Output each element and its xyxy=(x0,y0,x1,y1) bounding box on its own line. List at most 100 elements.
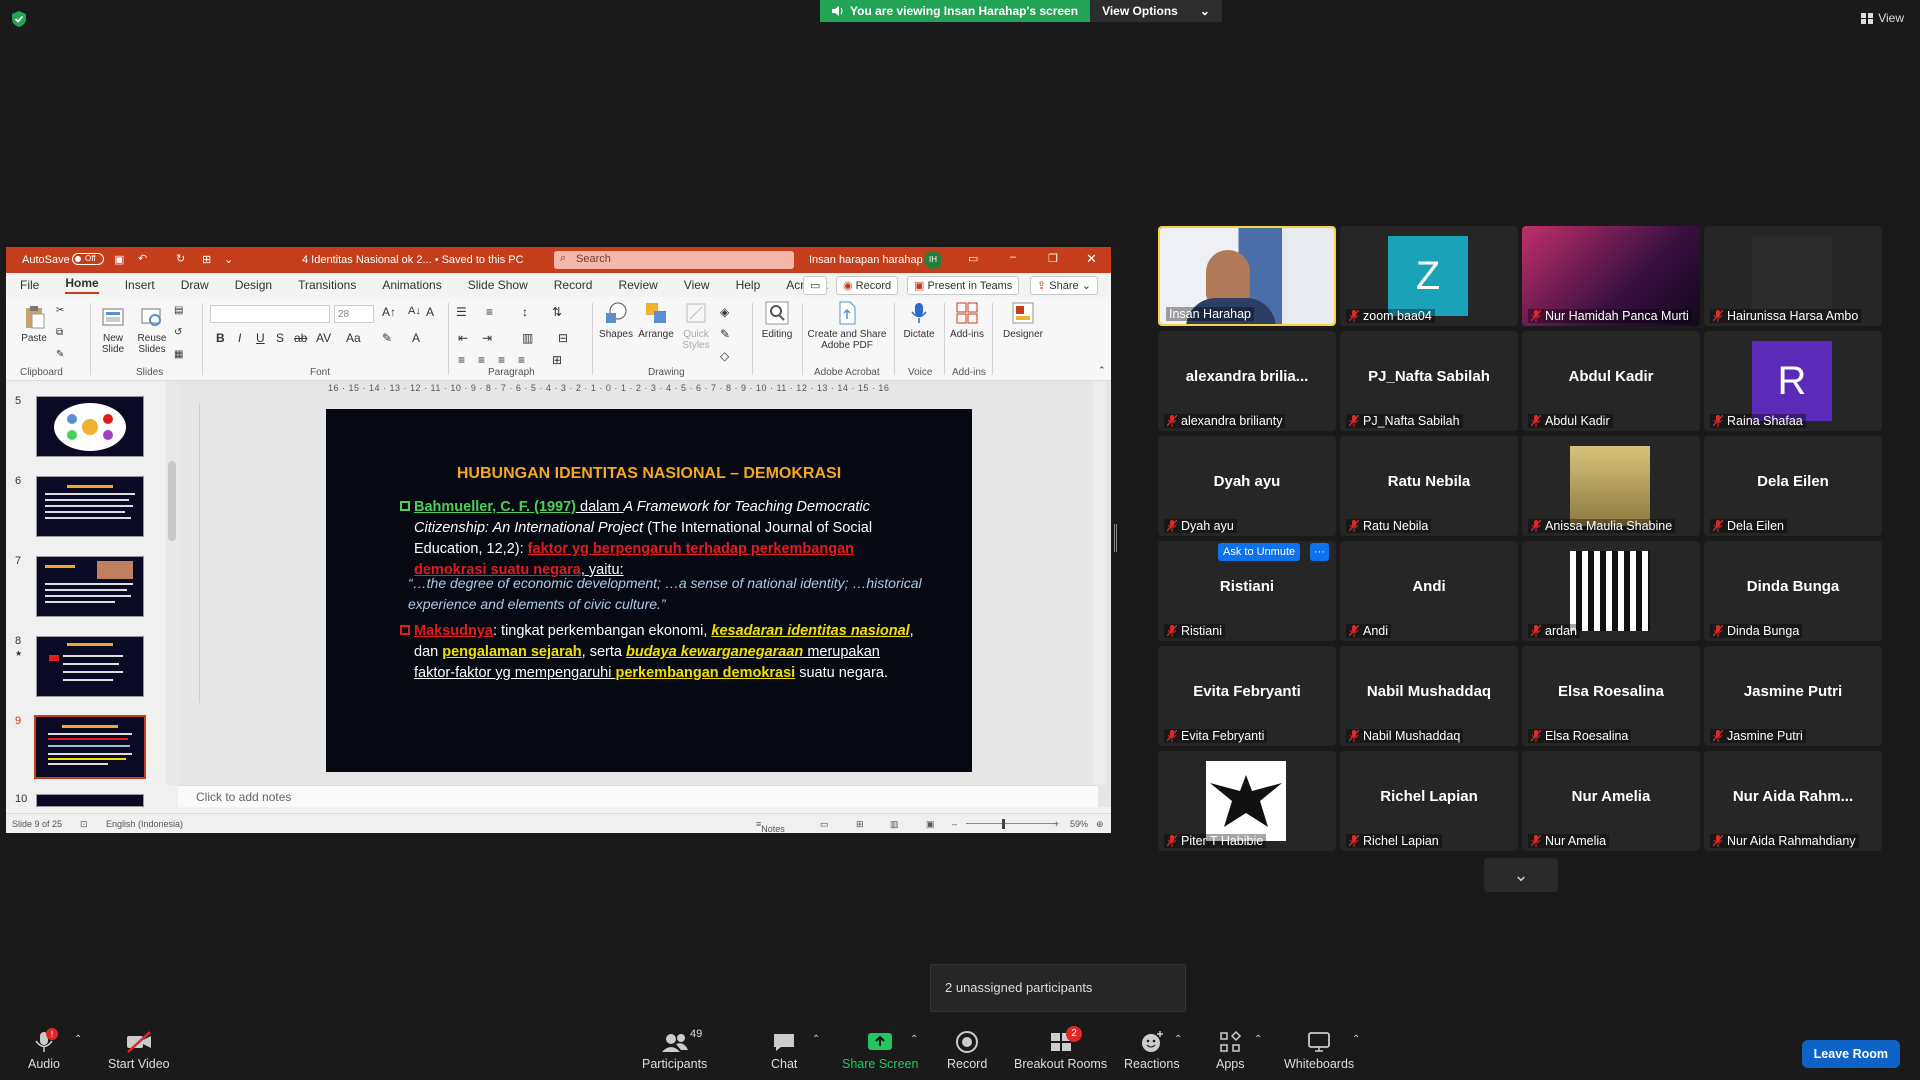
add-ins-button[interactable]: Add-ins xyxy=(948,301,986,340)
slide-thumbnail-8[interactable] xyxy=(36,636,144,697)
shadow-icon[interactable]: S xyxy=(276,331,284,345)
participant-tile[interactable]: Jasmine Putri Jasmine Putri xyxy=(1704,646,1882,746)
reset-icon[interactable]: ↺ xyxy=(174,327,182,338)
close-icon[interactable]: ✕ xyxy=(1086,251,1097,267)
participant-tile[interactable]: Evita Febryanti Evita Febryanti xyxy=(1158,646,1336,746)
underline-icon[interactable]: U xyxy=(256,331,265,345)
format-painter-icon[interactable]: ✎ xyxy=(56,349,64,360)
normal-view-icon[interactable]: ▭ xyxy=(820,819,829,830)
editor-scrollbar[interactable] xyxy=(1093,381,1106,785)
participant-tile[interactable]: Zzoom baa04 xyxy=(1340,226,1518,326)
language[interactable]: English (Indonesia) xyxy=(106,819,183,829)
user-avatar[interactable]: IH xyxy=(924,251,942,269)
arrange-button[interactable]: Arrange xyxy=(636,301,676,340)
highlight-icon[interactable]: ✎ xyxy=(382,331,392,345)
shield-icon[interactable] xyxy=(10,10,28,28)
numbering-icon[interactable]: ≡ xyxy=(486,305,493,319)
participants-button[interactable]: Participants 49 xyxy=(642,1028,707,1071)
increase-font-icon[interactable]: A↑ xyxy=(382,305,396,319)
tab-record[interactable]: Record xyxy=(554,278,593,292)
participant-tile[interactable]: PJ_Nafta Sabilah PJ_Nafta Sabilah xyxy=(1340,331,1518,431)
participant-tile[interactable]: Nur Aida Rahm... Nur Aida Rahmahdiany xyxy=(1704,751,1882,851)
participant-tile[interactable]: Andi Andi xyxy=(1340,541,1518,641)
layout-icon[interactable]: ▤ xyxy=(174,305,183,316)
tab-draw[interactable]: Draw xyxy=(181,278,209,292)
present-in-teams-button[interactable]: ▣ Present in Teams xyxy=(907,276,1020,295)
participant-tile[interactable]: Ristiani Ristiani Ask to Unmute ··· xyxy=(1158,541,1336,641)
whiteboards-options-caret[interactable]: ⌃ xyxy=(1352,1034,1360,1045)
view-button[interactable]: View xyxy=(1861,11,1904,25)
quick-styles-button[interactable]: Quick Styles xyxy=(678,301,714,351)
gallery-next-page-button[interactable]: ⌄ xyxy=(1484,858,1558,892)
shapes-button[interactable]: Shapes xyxy=(596,301,636,340)
participant-tile[interactable]: Nabil Mushaddaq Nabil Mushaddaq xyxy=(1340,646,1518,746)
tab-design[interactable]: Design xyxy=(235,278,272,292)
record-button[interactable]: Record xyxy=(947,1030,987,1071)
bullets-icon[interactable]: ☰ xyxy=(456,305,467,319)
more-options-button[interactable]: ··· xyxy=(1310,543,1329,561)
text-direction-icon[interactable]: ⇅ xyxy=(552,305,562,319)
share-options-caret[interactable]: ⌃ xyxy=(910,1034,918,1045)
breakout-rooms-button[interactable]: Breakout Rooms 2 xyxy=(1014,1026,1107,1071)
font-size-field[interactable]: 28 xyxy=(334,305,374,323)
tab-transitions[interactable]: Transitions xyxy=(298,278,356,292)
slide-thumbnail-6[interactable] xyxy=(36,476,144,537)
leave-room-button[interactable]: Leave Room xyxy=(1801,1040,1900,1068)
record-button[interactable]: ◉ Record xyxy=(836,276,899,295)
shape-outline-icon[interactable]: ✎ xyxy=(720,327,730,341)
accessibility-icon[interactable]: ⊡ xyxy=(80,819,88,830)
participant-tile[interactable]: R Raina Shafaa xyxy=(1704,331,1882,431)
shape-fill-icon[interactable]: ◈ xyxy=(720,305,729,319)
participant-tile[interactable]: Nur Hamidah Panca Murti xyxy=(1522,226,1700,326)
whiteboards-button[interactable]: Whiteboards xyxy=(1284,1030,1354,1071)
tab-help[interactable]: Help xyxy=(736,278,761,292)
font-color-icon[interactable]: A xyxy=(412,331,420,345)
tab-review[interactable]: Review xyxy=(618,278,657,292)
editing-button[interactable]: Editing xyxy=(758,301,796,340)
tab-slide-show[interactable]: Slide Show xyxy=(468,278,528,292)
ribbon-display-icon[interactable]: ▭ xyxy=(968,252,978,265)
justify-icon[interactable]: ≡ xyxy=(518,353,525,367)
sorter-view-icon[interactable]: ⊞ xyxy=(856,819,864,830)
zoom-out-icon[interactable]: – xyxy=(952,819,957,829)
slide-thumbnail-9[interactable] xyxy=(34,715,146,779)
spacing-icon[interactable]: AV xyxy=(316,331,331,345)
redo-icon[interactable]: ↻ xyxy=(176,252,185,265)
participant-tile[interactable]: Abdul Kadir Abdul Kadir xyxy=(1522,331,1700,431)
apps-button[interactable]: Apps xyxy=(1216,1030,1245,1071)
participant-tile[interactable]: Elsa Roesalina Elsa Roesalina xyxy=(1522,646,1700,746)
shape-effects-icon[interactable]: ◇ xyxy=(720,349,729,363)
view-options-button[interactable]: View Options ⌄ xyxy=(1090,0,1222,22)
reactions-options-caret[interactable]: ⌃ xyxy=(1174,1034,1182,1045)
ask-to-unmute-button[interactable]: Ask to Unmute xyxy=(1218,543,1301,561)
start-video-button[interactable]: Start Video xyxy=(108,1030,170,1071)
search-input[interactable]: ⌕ Search xyxy=(554,251,794,269)
participant-tile[interactable]: ardan xyxy=(1522,541,1700,641)
strikethrough-icon[interactable]: ab xyxy=(294,331,307,345)
tab-insert[interactable]: Insert xyxy=(125,278,155,292)
designer-button[interactable]: Designer xyxy=(1000,301,1046,340)
decrease-font-icon[interactable]: A↓ xyxy=(408,305,421,317)
restore-icon[interactable]: ❐ xyxy=(1048,252,1058,265)
chat-button[interactable]: Chat xyxy=(771,1030,797,1071)
comments-button[interactable]: ▭ xyxy=(803,276,827,295)
panel-resize-handle[interactable] xyxy=(1114,524,1117,552)
slide-thumbnail-10[interactable] xyxy=(36,794,144,807)
participant-tile[interactable]: Insan Harahap xyxy=(1158,226,1336,326)
columns-icon[interactable]: ▥ xyxy=(522,331,533,345)
align-left-icon[interactable]: ≡ xyxy=(458,353,465,367)
share-button[interactable]: ⇪ Share ⌄ xyxy=(1030,276,1098,295)
copy-icon[interactable]: ⧉ xyxy=(56,327,63,338)
participant-tile[interactable]: Richel Lapian Richel Lapian xyxy=(1340,751,1518,851)
participant-tile[interactable]: Dyah ayu Dyah ayu xyxy=(1158,436,1336,536)
fit-slide-icon[interactable]: ⊕ xyxy=(1096,819,1104,830)
notes-pane[interactable]: Click to add notes xyxy=(178,785,1098,807)
clear-format-icon[interactable]: A xyxy=(426,305,434,319)
audio-options-caret[interactable]: ⌃ xyxy=(74,1034,82,1045)
bold-icon[interactable]: B xyxy=(216,331,225,345)
undo-icon[interactable]: ↶ xyxy=(138,252,147,265)
present-icon[interactable]: ⊞ xyxy=(202,253,211,266)
align-text-icon[interactable]: ⊟ xyxy=(558,331,568,345)
font-name-field[interactable] xyxy=(210,305,330,323)
new-slide-button[interactable]: New Slide xyxy=(96,305,130,355)
